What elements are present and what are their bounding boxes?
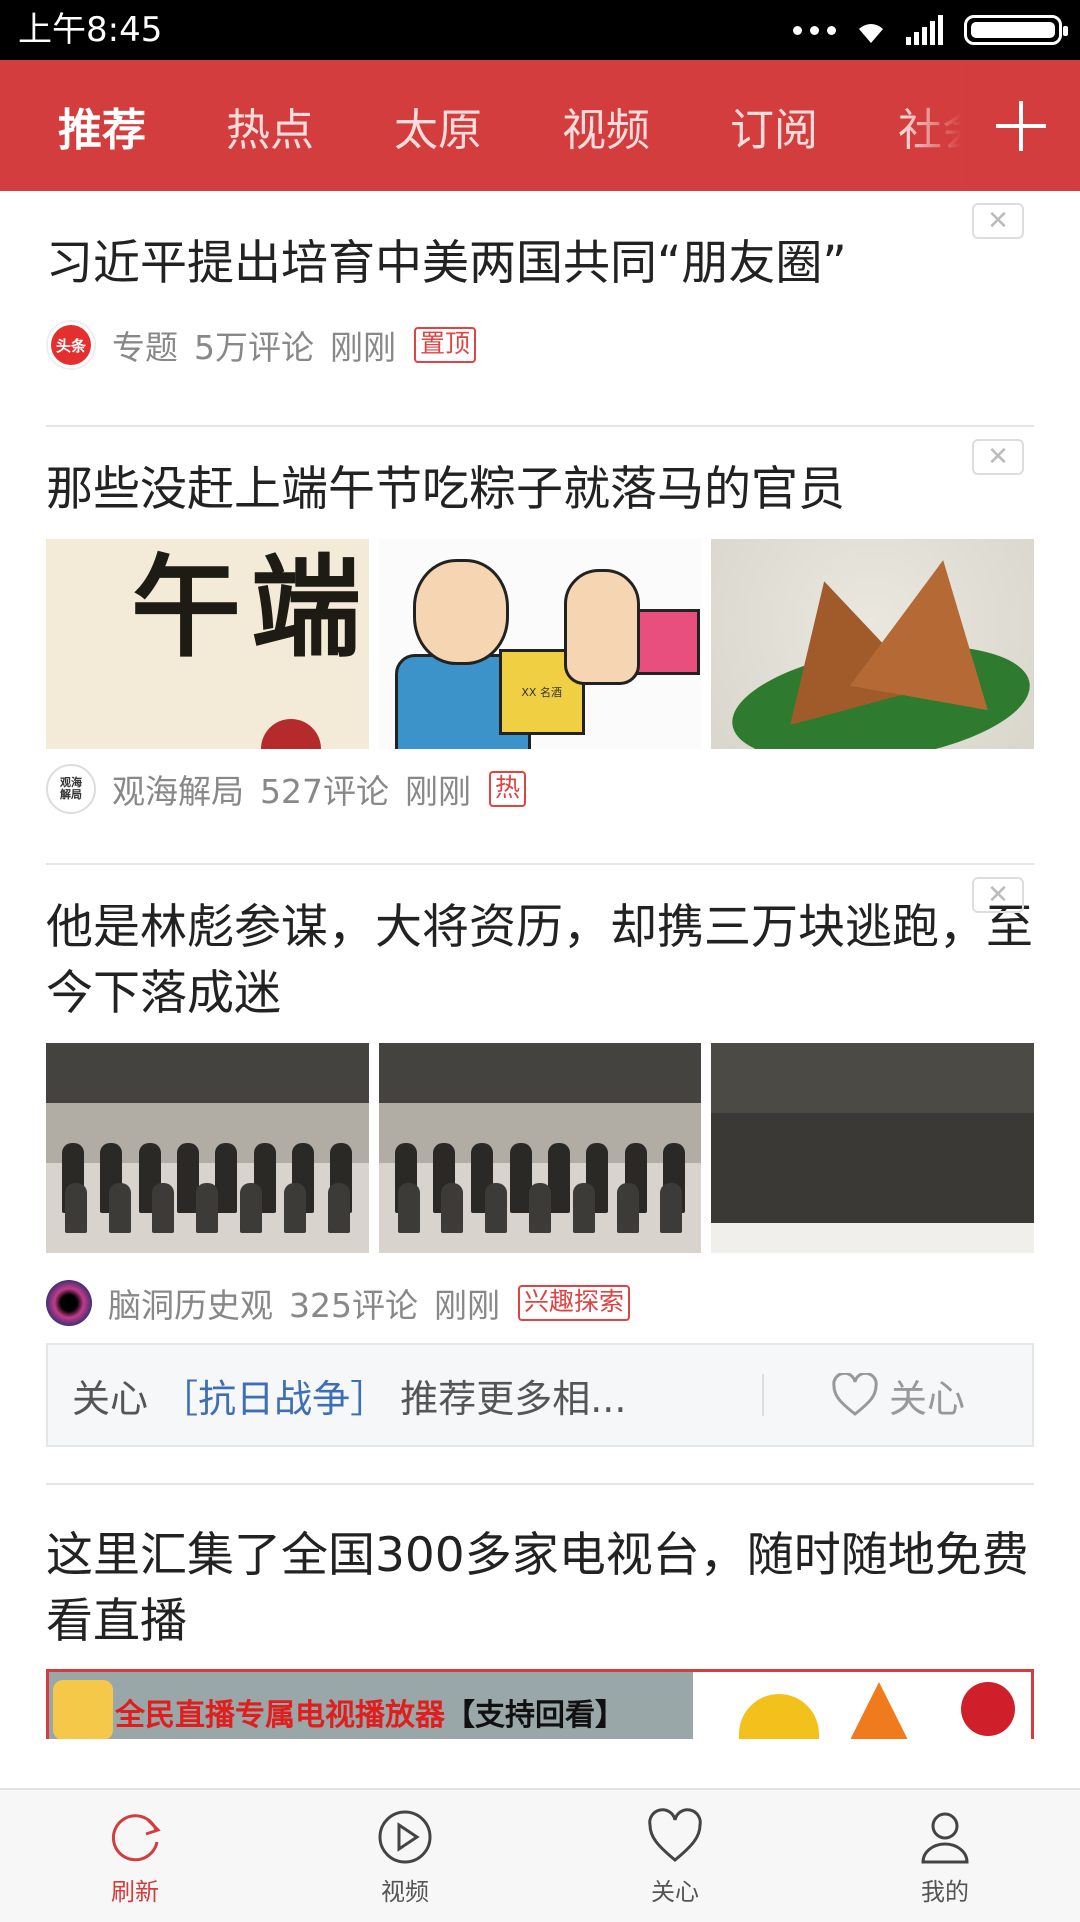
article-item[interactable]: 他是林彪参谋，大将资历，却携三万块逃跑，至今下落成迷 脑洞历史观 325评论 刚… bbox=[46, 865, 1035, 1333]
status-icons bbox=[793, 0, 1068, 60]
tab-recommend[interactable]: 推荐 bbox=[0, 94, 186, 158]
status-bar: 上午8:45 bbox=[0, 0, 1080, 60]
dismiss-button[interactable]: ✕ bbox=[972, 439, 1024, 475]
signal-icon bbox=[906, 15, 943, 45]
article-item[interactable]: 那些没赶上端午节吃粽子就落马的官员 端午 XX 名酒 观海解局 观海解局 527… bbox=[46, 427, 1035, 863]
tab-hot[interactable]: 热点 bbox=[186, 94, 354, 158]
ad-text: 全民直播专属电视播放器 bbox=[115, 1698, 445, 1733]
article-item[interactable]: 习近平提出培育中美两国共同“朋友圈” 头条 专题 5万评论 刚刚 置顶 ✕ bbox=[46, 191, 1034, 425]
hot-badge: 热 bbox=[489, 771, 527, 807]
article-images bbox=[46, 1043, 1035, 1253]
nav-label: 关心 bbox=[651, 1877, 699, 1906]
heart-icon bbox=[648, 1807, 702, 1862]
follow-topic-link[interactable]: ［抗日战争］ bbox=[160, 1377, 388, 1421]
follow-topic-card[interactable]: 关心 ［抗日战争］ 推荐更多相... 关心 bbox=[46, 1343, 1034, 1447]
nav-mine[interactable]: 我的 bbox=[810, 1790, 1080, 1922]
follow-button-label: 关心 bbox=[888, 1376, 965, 1421]
battery-icon bbox=[964, 15, 1068, 45]
refresh-icon bbox=[111, 1813, 161, 1861]
tv-logo bbox=[849, 1682, 909, 1739]
publish-time: 刚刚 bbox=[434, 1286, 500, 1325]
dismiss-button[interactable]: ✕ bbox=[972, 877, 1024, 913]
plus-icon bbox=[996, 100, 1046, 151]
nav-label: 刷新 bbox=[111, 1877, 159, 1906]
nav-label: 视频 bbox=[381, 1877, 429, 1906]
article-item[interactable]: 这里汇集了全国300多家电视台，随时随地免费看直播 bbox=[46, 1485, 1034, 1655]
comment-count: 5万评论 bbox=[194, 328, 314, 367]
article-title: 习近平提出培育中美两国共同“朋友圈” bbox=[46, 236, 847, 291]
tab-subscribe[interactable]: 订阅 bbox=[690, 94, 858, 158]
channel-tab-bar: 推荐 热点 太原 视频 订阅 社会 bbox=[0, 60, 1080, 191]
comment-count: 325评论 bbox=[289, 1286, 418, 1325]
article-meta: 头条 专题 5万评论 刚刚 置顶 ✕ bbox=[46, 203, 1034, 375]
app-icon bbox=[53, 1680, 113, 1739]
nav-follow[interactable]: 关心 bbox=[540, 1790, 810, 1922]
article-meta: 脑洞历史观 325评论 刚刚 兴趣探索 ✕ bbox=[46, 877, 1034, 1333]
follow-prefix: 关心 bbox=[72, 1376, 149, 1421]
article-title: 这里汇集了全国300多家电视台，随时随地免费看直播 bbox=[46, 1528, 1029, 1649]
nav-refresh[interactable]: 刷新 bbox=[0, 1790, 270, 1922]
article-title: 他是林彪参谋，大将资历，却携三万块逃跑，至今下落成迷 bbox=[46, 900, 1033, 1021]
channel-tabs: 推荐 热点 太原 视频 订阅 社会 bbox=[0, 60, 1026, 191]
nav-video[interactable]: 视频 bbox=[270, 1790, 540, 1922]
source-name: 观海解局 bbox=[112, 772, 244, 811]
article-image: 端午 bbox=[46, 539, 369, 749]
article-image bbox=[711, 1043, 1035, 1253]
more-dots-icon bbox=[793, 25, 836, 35]
tab-video[interactable]: 视频 bbox=[522, 94, 690, 158]
refusing-hand bbox=[563, 569, 640, 685]
close-icon: ✕ bbox=[987, 880, 1009, 910]
source-avatar bbox=[46, 1280, 92, 1326]
heart-icon bbox=[832, 1373, 878, 1416]
user-icon bbox=[921, 1812, 969, 1863]
tab-taiyuan[interactable]: 太原 bbox=[354, 94, 522, 158]
close-icon: ✕ bbox=[987, 206, 1009, 236]
dismiss-button[interactable]: ✕ bbox=[972, 203, 1024, 239]
ad-banner[interactable]: 全民直播专属电视播放器【支持回看】 bbox=[46, 1669, 1034, 1739]
toutiao-logo: 头条 bbox=[51, 325, 91, 365]
article-title: 那些没赶上端午节吃粽子就落马的官员 bbox=[46, 462, 845, 517]
article-image bbox=[378, 1043, 702, 1253]
source-avatar: 头条 bbox=[46, 320, 96, 370]
follow-button[interactable]: 关心 bbox=[764, 1368, 1032, 1423]
publish-time: 刚刚 bbox=[405, 772, 471, 811]
tv-logo bbox=[739, 1694, 819, 1739]
play-icon bbox=[378, 1810, 432, 1863]
publish-time: 刚刚 bbox=[330, 328, 396, 367]
follow-suffix: 推荐更多相... bbox=[400, 1376, 627, 1421]
status-time: 上午8:45 bbox=[18, 10, 163, 50]
source-name: 专题 bbox=[112, 328, 178, 367]
comment-count: 527评论 bbox=[260, 772, 389, 811]
wifi-icon bbox=[859, 24, 883, 43]
source-avatar: 观海解局 bbox=[46, 764, 96, 814]
article-image: XX 名酒 bbox=[378, 539, 702, 749]
ad-bracket-text: 【支持回看】 bbox=[445, 1698, 625, 1733]
tv-logo bbox=[961, 1682, 1015, 1736]
add-channel-button[interactable] bbox=[902, 60, 1080, 191]
article-meta: 观海解局 观海解局 527评论 刚刚 热 ✕ bbox=[46, 439, 1034, 819]
source-name: 脑洞历史观 bbox=[108, 1286, 273, 1325]
close-icon: ✕ bbox=[987, 442, 1009, 472]
article-images: 端午 XX 名酒 bbox=[46, 539, 1035, 749]
bottom-nav: 刷新 视频 关心 我的 bbox=[0, 1788, 1080, 1922]
pinned-badge: 置顶 bbox=[414, 327, 477, 363]
interest-badge: 兴趣探索 bbox=[518, 1285, 631, 1321]
nav-label: 我的 bbox=[921, 1877, 969, 1906]
article-image bbox=[46, 1043, 369, 1253]
duanwu-calligraphy: 端午 bbox=[112, 549, 361, 659]
article-image bbox=[711, 539, 1035, 749]
news-feed: 习近平提出培育中美两国共同“朋友圈” 头条 专题 5万评论 刚刚 置顶 ✕ 那些… bbox=[0, 191, 1080, 1739]
